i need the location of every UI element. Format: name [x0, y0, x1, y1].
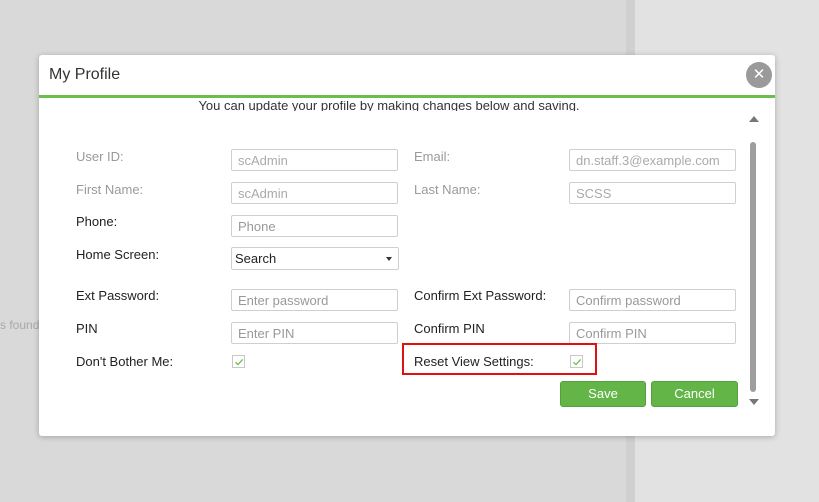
- ext-password-input[interactable]: Enter password: [231, 289, 398, 311]
- ext-password-label: Ext Password:: [76, 288, 160, 303]
- dialog-body: You can update your profile by making ch…: [39, 98, 775, 436]
- checkmark-icon: [573, 358, 582, 366]
- user-id-field: scAdmin: [231, 149, 398, 171]
- phone-input[interactable]: Phone: [231, 215, 398, 237]
- close-icon[interactable]: ✕: [746, 62, 772, 88]
- dialog-header: My Profile ✕: [39, 55, 775, 98]
- scroll-up-icon[interactable]: [749, 116, 759, 122]
- confirm-ext-password-label: Confirm Ext Password:: [414, 288, 547, 303]
- confirm-ext-password-input[interactable]: Confirm password: [569, 289, 736, 311]
- scroll-down-icon[interactable]: [749, 399, 759, 405]
- dialog-title: My Profile: [49, 66, 121, 83]
- first-name-field: scAdmin: [231, 182, 398, 204]
- last-name-field: SCSS: [569, 182, 736, 204]
- reset-view-settings-label: Reset View Settings:: [414, 354, 534, 369]
- first-name-label: First Name:: [76, 182, 144, 197]
- email-field: dn.staff.3@example.com: [569, 149, 736, 171]
- background-results-text: s found: [0, 318, 40, 332]
- cancel-button[interactable]: Cancel: [651, 381, 738, 407]
- dont-bother-me-label: Don't Bother Me:: [76, 354, 174, 369]
- profile-dialog: My Profile ✕ You can update your profile…: [39, 55, 775, 436]
- confirm-pin-label: Confirm PIN: [414, 321, 485, 336]
- pin-input[interactable]: Enter PIN: [231, 322, 398, 344]
- checkmark-icon: [235, 358, 244, 366]
- intro-text: You can update your profile by making ch…: [198, 101, 580, 111]
- reset-view-settings-checkbox[interactable]: [570, 355, 583, 368]
- pin-label: PIN: [76, 321, 98, 336]
- chevron-down-icon: [386, 257, 392, 261]
- email-label: Email:: [414, 149, 451, 164]
- last-name-label: Last Name:: [414, 182, 481, 197]
- scrollbar[interactable]: [747, 112, 759, 406]
- confirm-pin-input[interactable]: Confirm PIN: [569, 322, 736, 344]
- save-button[interactable]: Save: [560, 381, 646, 407]
- phone-label: Phone:: [76, 214, 118, 229]
- home-screen-select[interactable]: Search: [231, 247, 399, 270]
- home-screen-label: Home Screen:: [76, 247, 160, 262]
- dont-bother-me-checkbox[interactable]: [232, 355, 245, 368]
- home-screen-value: Search: [235, 251, 277, 266]
- user-id-label: User ID:: [76, 149, 124, 164]
- scroll-thumb[interactable]: [750, 142, 756, 392]
